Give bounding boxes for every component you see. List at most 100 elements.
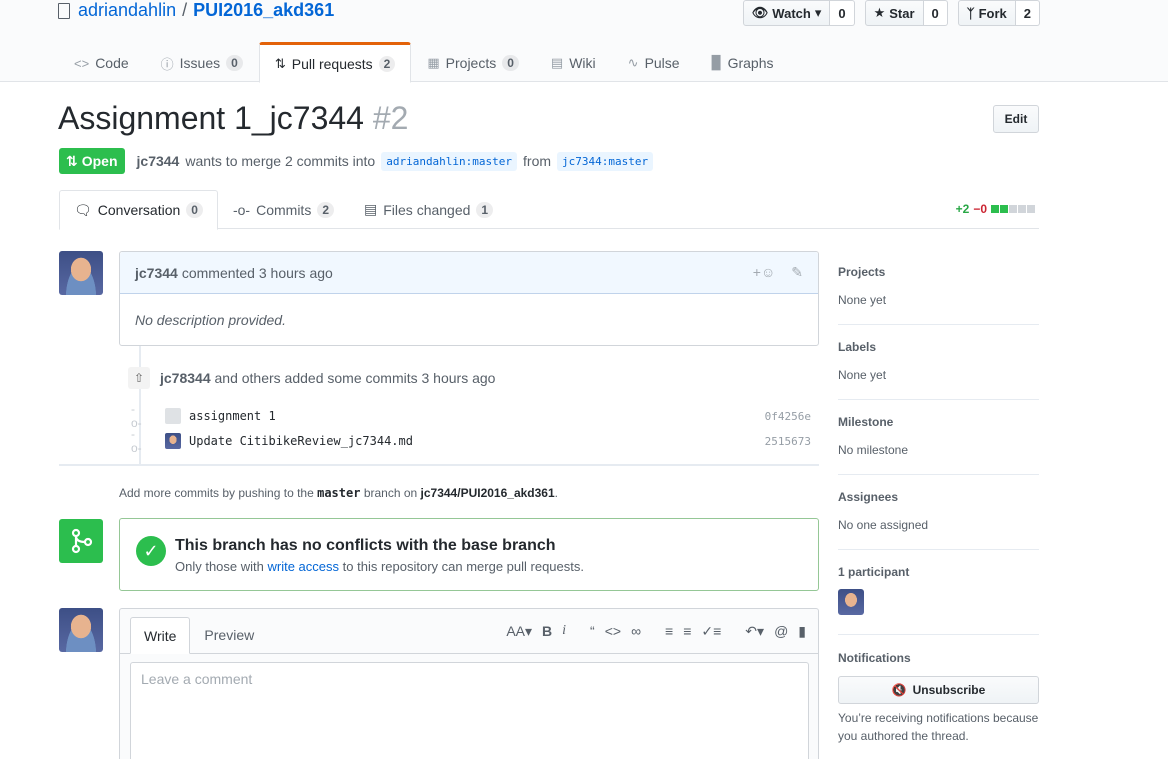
tab-commits-label: Commits: [256, 201, 312, 218]
star-count[interactable]: 0: [923, 0, 948, 26]
avatar[interactable]: [59, 251, 103, 295]
tab-write[interactable]: Write: [130, 617, 191, 654]
comment-textarea[interactable]: Leave a comment: [130, 662, 809, 759]
bookmark-icon[interactable]: ▮: [798, 623, 806, 640]
tab-projects[interactable]: ▦ Projects 0: [411, 42, 535, 82]
quote-icon[interactable]: “: [590, 623, 595, 640]
sidebar-assignees[interactable]: Assignees No one assigned: [838, 490, 1039, 550]
sidebar-assignees-heading: Assignees: [838, 490, 899, 504]
pr-tabnav: 🗨 Conversation 0 -o- Commits 2 ▤ Files c…: [59, 190, 1039, 230]
diffstat-additions: +2: [955, 202, 970, 216]
watch-button[interactable]: 👁 Watch ▾: [742, 0, 831, 26]
diffstat-bar: [991, 205, 1035, 213]
watch-count[interactable]: 0: [830, 0, 855, 26]
pull-request-icon: ⇅: [66, 152, 78, 169]
commit-sha-link[interactable]: 0f4256e: [765, 410, 811, 423]
fork-count[interactable]: 2: [1015, 0, 1040, 26]
markdown-toolbar: AA▾ B i “ <> ∞ ≡ ≡ ✓≡ ↶▾ @ ▮: [506, 623, 806, 640]
tab-commits[interactable]: -o- Commits 2: [218, 190, 349, 229]
repo-push-icon: ⇧: [128, 367, 150, 389]
status-label: Open: [81, 153, 118, 169]
fork-button[interactable]: ᛉ Fork: [957, 0, 1016, 26]
head-branch[interactable]: jc7344:master: [557, 151, 654, 171]
mention-icon[interactable]: @: [774, 623, 788, 640]
bold-icon[interactable]: B: [542, 623, 552, 640]
task-list-icon[interactable]: ✓≡: [701, 623, 721, 640]
code-icon[interactable]: <>: [605, 623, 621, 640]
push-hint-repo: jc7344/PUI2016_akd361: [420, 486, 555, 500]
reply-icon[interactable]: ↶▾: [745, 623, 764, 640]
sidebar-notifications-heading: Notifications: [838, 651, 911, 665]
pr-meta: ⇅ Open jc7344 wants to merge 2 commits i…: [59, 148, 654, 174]
pr-author-link[interactable]: jc7344: [137, 153, 180, 169]
commits-author-link[interactable]: jc78344: [160, 370, 211, 386]
sidebar-projects-heading: Projects: [838, 265, 886, 279]
tab-conversation[interactable]: 🗨 Conversation 0: [59, 190, 218, 230]
fork-group: ᛉ Fork 2: [957, 0, 1040, 26]
avatar[interactable]: [165, 433, 181, 449]
star-button[interactable]: ★ Star: [864, 0, 924, 26]
caret-down-icon: ▾: [814, 5, 822, 20]
unsubscribe-button[interactable]: 🔇 Unsubscribe: [838, 676, 1039, 704]
tab-pulse[interactable]: ∿ Pulse: [612, 42, 696, 82]
fork-icon: ᛉ: [966, 5, 975, 21]
merge-sub-suffix: to this repository can merge pull reques…: [342, 559, 584, 574]
status-badge: ⇅ Open: [59, 148, 125, 174]
write-access-link[interactable]: write access: [268, 559, 340, 574]
diffstat-deletions: −0: [973, 202, 987, 216]
repo-owner-link[interactable]: adriandahlin: [78, 0, 176, 21]
repo-title: adriandahlin / PUI2016_akd361: [58, 0, 334, 21]
avatar[interactable]: [59, 608, 103, 652]
unordered-list-icon[interactable]: ≡: [665, 623, 673, 640]
push-hint: Add more commits by pushing to the maste…: [119, 486, 558, 500]
commit-message-link[interactable]: assignment 1: [189, 409, 276, 423]
merge-status-subtitle: Only those with write access to this rep…: [175, 559, 584, 574]
repo-name-link[interactable]: PUI2016_akd361: [193, 0, 334, 21]
project-icon: ▦: [427, 55, 440, 70]
add-reaction-icon[interactable]: +☺: [753, 264, 775, 281]
comment-author-link[interactable]: jc7344: [135, 265, 178, 281]
sidebar-milestone[interactable]: Milestone No milestone: [838, 415, 1039, 475]
avatar[interactable]: [838, 589, 864, 615]
tab-files-changed[interactable]: ▤ Files changed 1: [349, 190, 508, 229]
merge-status-box: ✓ This branch has no conflicts with the …: [119, 518, 819, 591]
pr-comment: jc7344 commented 3 hours ago +☺ ✎ No des…: [119, 251, 819, 346]
link-icon[interactable]: ∞: [631, 623, 641, 640]
sidebar-participants: 1 participant: [838, 565, 1039, 635]
tab-code[interactable]: <> Code: [58, 42, 145, 82]
tab-pull-requests[interactable]: ⇅ Pull requests 2: [258, 42, 412, 83]
sidebar-milestone-heading: Milestone: [838, 415, 894, 429]
commit-sha-link[interactable]: 2515673: [765, 435, 811, 448]
comment-body: No description provided.: [135, 312, 286, 328]
check-icon: ✓: [136, 536, 166, 566]
italic-icon[interactable]: i: [562, 623, 566, 640]
sidebar-participants-heading: 1 participant: [838, 565, 910, 579]
star-group: ★ Star 0: [864, 0, 948, 26]
pr-title-text: Assignment 1_jc7344: [58, 100, 364, 136]
tab-pulse-label: Pulse: [644, 55, 680, 71]
commits-counter: 2: [317, 201, 335, 218]
pulse-icon: ∿: [627, 55, 639, 70]
ordered-list-icon[interactable]: ≡: [683, 623, 691, 640]
commit-message-link[interactable]: Update CitibikeReview_jc7344.md: [189, 434, 413, 448]
push-hint-prefix: Add more commits by pushing to the: [119, 486, 314, 500]
tab-preview[interactable]: Preview: [190, 617, 268, 653]
pencil-icon[interactable]: ✎: [791, 264, 803, 281]
comment-discussion-icon: 🗨: [74, 201, 92, 218]
merge-sub-prefix: Only those with: [175, 559, 264, 574]
tab-wiki[interactable]: ▤ Wiki: [535, 42, 612, 82]
issue-icon: ⓘ: [160, 56, 174, 72]
commits-header: ⇧ jc78344 and others added some commits …: [128, 367, 495, 389]
tab-issues[interactable]: ⓘ Issues 0: [145, 42, 259, 82]
text-size-icon[interactable]: AA▾: [506, 623, 532, 640]
projects-counter: 0: [502, 55, 519, 71]
new-comment-form: Write Preview AA▾ B i “ <> ∞ ≡ ≡ ✓≡ ↶▾ @…: [119, 608, 819, 759]
sidebar-projects[interactable]: Projects None yet: [838, 265, 1039, 325]
watch-label: Watch: [772, 5, 811, 21]
tab-graphs[interactable]: ▉ Graphs: [696, 42, 790, 82]
commits-summary: and others added some commits 3 hours ag…: [214, 370, 496, 386]
edit-title-button[interactable]: Edit: [993, 105, 1039, 133]
base-branch[interactable]: adriandahlin:master: [381, 151, 518, 171]
sidebar-labels[interactable]: Labels None yet: [838, 340, 1039, 400]
avatar[interactable]: [165, 408, 181, 424]
